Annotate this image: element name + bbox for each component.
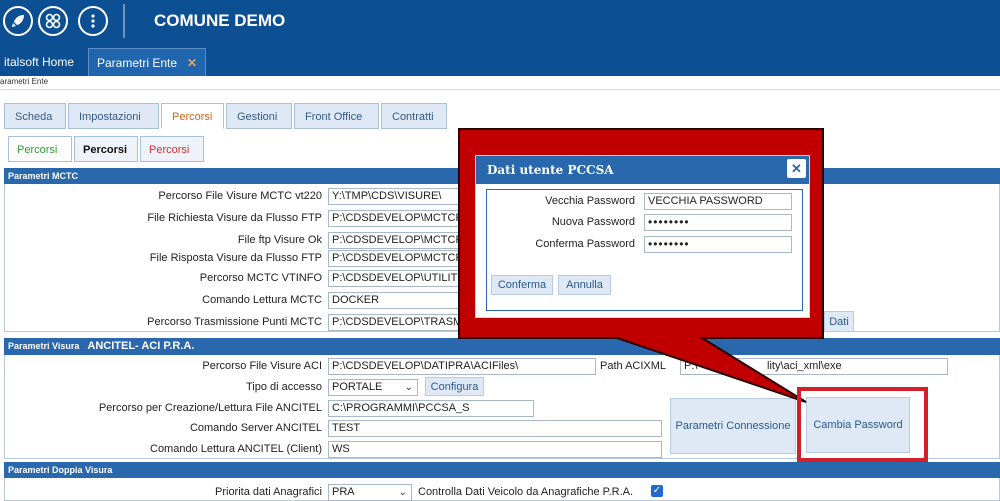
percorso-trasmissione-punti-field[interactable]: P:\CDSDEVELOP\TRASMC bbox=[328, 314, 468, 331]
field-label: Priorita dati Anagrafici bbox=[215, 486, 322, 498]
main-tab-strip: italsoft Home Parametri Ente ✕ bbox=[0, 44, 1000, 76]
nuova-password-label: Nuova Password bbox=[551, 216, 635, 228]
dati-utente-pccsa-dialog: Dati utente PCCSA ✕ Vecchia Password VEC… bbox=[475, 155, 810, 318]
breadcrumb-text: arametri Ente bbox=[0, 77, 49, 86]
subtab-percorsi-red[interactable]: Percorsi bbox=[140, 136, 204, 162]
field-label: File Richiesta Visure da Flusso FTP bbox=[147, 212, 322, 224]
configura-button[interactable]: Configura bbox=[425, 377, 484, 396]
chevron-down-icon: ⌄ bbox=[404, 382, 413, 393]
tab-label: italsoft Home bbox=[4, 55, 75, 69]
group-title: Parametri Doppia Visura bbox=[8, 465, 113, 475]
select-value: PRA bbox=[332, 486, 355, 498]
tab-label: Percorsi bbox=[17, 144, 58, 156]
tab-label: Percorsi bbox=[83, 144, 128, 156]
subtab-percorsi-green[interactable]: Percorsi bbox=[8, 136, 72, 162]
tipo-accesso-select[interactable]: PORTALE ⌄ bbox=[328, 379, 418, 396]
tab-percorsi[interactable]: Percorsi bbox=[161, 103, 224, 129]
dati-button[interactable]: Dati bbox=[824, 311, 854, 332]
vecchia-password-label: Vecchia Password bbox=[545, 195, 635, 207]
group-header-visura: Parametri Visura ANCITEL- ACI P.R.A. bbox=[4, 338, 1000, 355]
tab-contratti[interactable]: Contratti bbox=[381, 103, 447, 129]
group-header-doppia-visura: Parametri Doppia Visura bbox=[4, 462, 1000, 478]
field-label: Tipo di accesso bbox=[245, 381, 322, 393]
button-label: Configura bbox=[430, 380, 479, 393]
field-label: Percorso File Visure MCTC vt220 bbox=[158, 190, 322, 202]
close-icon[interactable]: ✕ bbox=[187, 56, 197, 70]
percorso-mctc-vtinfo-field[interactable]: P:\CDSDEVELOP\UTILITY\ bbox=[328, 270, 468, 287]
annulla-button[interactable]: Annulla bbox=[558, 275, 611, 295]
dialog-title: Dati utente PCCSA bbox=[476, 156, 809, 184]
tab-label: Percorsi bbox=[172, 111, 213, 123]
conferma-button[interactable]: Conferma bbox=[491, 275, 553, 295]
check-icon: ✓ bbox=[652, 485, 662, 496]
path-acixml-value-end: lity\aci_xml\exe bbox=[767, 360, 842, 372]
field-label: Controlla Dati Veicolo da Anagrafiche P.… bbox=[418, 486, 634, 498]
rocket-icon[interactable] bbox=[3, 6, 33, 36]
field-label: Percorso File Visure ACI bbox=[202, 360, 322, 372]
tab-impostazioni[interactable]: Impostazioni bbox=[68, 103, 159, 129]
tab-front-office[interactable]: Front Office bbox=[294, 103, 379, 129]
field-label: Percorso Trasmissione Punti MCTC bbox=[147, 316, 322, 328]
field-label: Comando Lettura MCTC bbox=[202, 294, 322, 306]
comando-lettura-mctc-field[interactable]: DOCKER bbox=[328, 292, 468, 309]
nuova-password-field[interactable]: •••••••• bbox=[644, 214, 792, 231]
dialog-title-text: Dati utente PCCSA bbox=[487, 163, 614, 177]
subtab-percorsi-black[interactable]: Percorsi bbox=[74, 136, 138, 162]
percorso-visure-aci-field[interactable]: P:\CDSDEVELOP\DATIPRA\ACIFiles\ bbox=[328, 358, 596, 375]
toolbar-divider bbox=[123, 4, 125, 38]
group-subtitle: ANCITEL- ACI P.R.A. bbox=[87, 340, 195, 352]
close-icon[interactable]: ✕ bbox=[787, 159, 806, 178]
tab-label: Front Office bbox=[305, 111, 363, 123]
field-label: Percorso MCTC VTINFO bbox=[199, 272, 322, 284]
percorso-visure-mctc-field[interactable]: Y:\TMP\CDS\VISURE\ bbox=[328, 188, 468, 205]
button-label: Annulla bbox=[566, 279, 603, 291]
percorso-creazione-ancitel-field[interactable]: C:\PROGRAMMI\PCCSA_S bbox=[328, 400, 534, 417]
tab-gestioni[interactable]: Gestioni bbox=[226, 103, 292, 129]
file-richiesta-visure-field[interactable]: P:\CDSDEVELOP\MCTCFT bbox=[328, 210, 468, 227]
button-label: Parametri Connessione bbox=[675, 420, 791, 432]
tab-label: Contratti bbox=[392, 111, 434, 123]
cambia-password-highlight bbox=[797, 387, 928, 462]
breadcrumb: arametri Ente bbox=[0, 76, 1000, 90]
tab-scheda[interactable]: Scheda bbox=[4, 103, 66, 129]
dialog-body: Vecchia Password VECCHIA PASSWORD Nuova … bbox=[486, 189, 803, 311]
tab-label: Gestioni bbox=[237, 111, 278, 123]
field-label: Comando Server ANCITEL bbox=[189, 422, 322, 434]
chevron-down-icon: ⌄ bbox=[398, 487, 407, 498]
button-label: Dati bbox=[829, 315, 849, 328]
tab-parametri-ente[interactable]: Parametri Ente ✕ bbox=[88, 48, 207, 76]
path-acixml-field[interactable]: P:\ lity\aci_xml\exe bbox=[680, 358, 948, 375]
button-label: Conferma bbox=[497, 279, 547, 291]
vecchia-password-field[interactable]: VECCHIA PASSWORD bbox=[644, 193, 792, 210]
field-label: Comando Lettura ANCITEL (Client) bbox=[150, 443, 322, 455]
file-ftp-visure-ok-field[interactable]: P:\CDSDEVELOP\MCTCFT bbox=[328, 232, 468, 249]
apps-grid-icon[interactable] bbox=[38, 6, 68, 36]
tab-label: Percorsi bbox=[149, 144, 190, 156]
tab-italsoft-home[interactable]: italsoft Home bbox=[0, 48, 82, 76]
priorita-anagrafici-select[interactable]: PRA ⌄ bbox=[328, 484, 412, 501]
comando-server-ancitel-field[interactable]: TEST bbox=[328, 420, 662, 437]
select-value: PORTALE bbox=[332, 381, 383, 393]
top-bar: COMUNE DEMO bbox=[0, 0, 1000, 44]
field-label: File Risposta Visure da Flusso FTP bbox=[149, 252, 322, 264]
tab-label: Parametri Ente bbox=[97, 56, 178, 70]
field-label: Percorso per Creazione/Lettura File ANCI… bbox=[98, 402, 322, 414]
group-title: Parametri Visura bbox=[8, 341, 80, 351]
path-acixml-value-start: P:\ bbox=[684, 360, 698, 372]
conferma-password-field[interactable]: •••••••• bbox=[644, 236, 792, 253]
conferma-password-label: Conferma Password bbox=[535, 238, 635, 250]
file-risposta-visure-field[interactable]: P:\CDSDEVELOP\MCTCFT bbox=[328, 250, 468, 267]
controlla-dati-checkbox[interactable]: ✓ bbox=[651, 485, 663, 497]
more-vertical-icon[interactable] bbox=[78, 6, 108, 36]
app-title: COMUNE DEMO bbox=[154, 11, 286, 30]
field-label: File ftp Visure Ok bbox=[237, 234, 322, 246]
group-title: Parametri MCTC bbox=[8, 171, 79, 181]
tab-label: Impostazioni bbox=[79, 111, 141, 123]
tab-label: Scheda bbox=[15, 111, 53, 123]
parametri-connessione-button[interactable]: Parametri Connessione bbox=[670, 398, 796, 454]
field-label: Path ACIXML bbox=[600, 360, 667, 372]
comando-lettura-ancitel-field[interactable]: WS bbox=[328, 441, 662, 458]
